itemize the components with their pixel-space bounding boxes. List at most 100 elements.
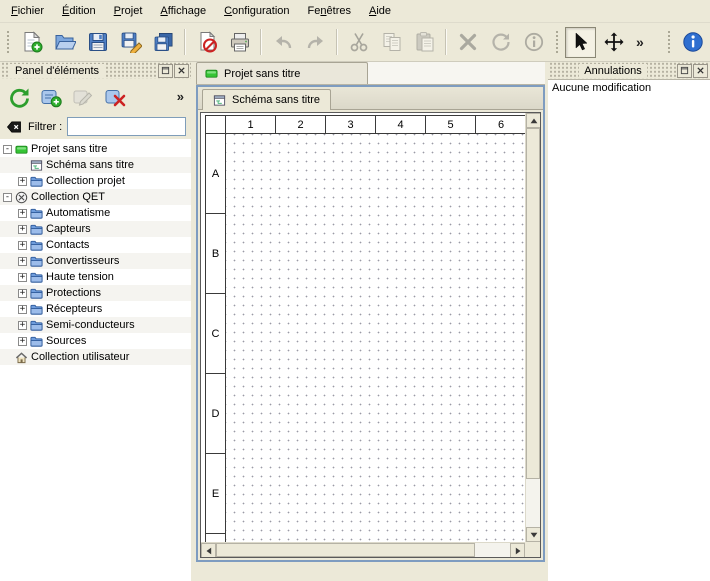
save-icon bbox=[87, 31, 109, 53]
folder-icon bbox=[30, 287, 43, 300]
expand-icon[interactable]: + bbox=[18, 225, 27, 234]
collapse-icon[interactable]: - bbox=[3, 193, 12, 202]
tree-item-collection-qet[interactable]: -Collection QET bbox=[0, 189, 191, 205]
expand-icon[interactable]: + bbox=[18, 257, 27, 266]
cut-button[interactable] bbox=[343, 27, 374, 58]
ruler-corner bbox=[206, 116, 226, 134]
horizontal-scroll-thumb[interactable] bbox=[216, 543, 475, 557]
paste-button[interactable] bbox=[409, 27, 440, 58]
about-button[interactable] bbox=[677, 27, 708, 58]
edit-element-button[interactable] bbox=[68, 82, 97, 111]
save-all-schemas-button[interactable] bbox=[148, 27, 179, 58]
collapse-icon[interactable]: - bbox=[3, 145, 12, 154]
print-button[interactable] bbox=[224, 27, 255, 58]
expand-icon[interactable]: + bbox=[18, 241, 27, 250]
copy-button[interactable] bbox=[376, 27, 407, 58]
expand-icon[interactable]: + bbox=[18, 289, 27, 298]
folder-icon bbox=[30, 255, 43, 268]
scroll-down-button[interactable] bbox=[526, 527, 541, 542]
float-dock-button[interactable] bbox=[677, 64, 692, 78]
reload-icon bbox=[8, 86, 30, 108]
tree-item-collection-utilisateur[interactable]: Collection utilisateur bbox=[0, 349, 191, 365]
tree-item-projet-sans-titre[interactable]: -Projet sans titre bbox=[0, 141, 191, 157]
undo-list-item[interactable]: Aucune modification bbox=[548, 80, 710, 96]
menu-affichage[interactable]: Affichage bbox=[151, 0, 215, 22]
tree-item-haute-tension[interactable]: +Haute tension bbox=[0, 269, 191, 285]
tree-item-schema-sans-titre[interactable]: Schéma sans titre bbox=[0, 157, 191, 173]
clear-filter-button[interactable] bbox=[5, 118, 23, 136]
expand-icon[interactable]: + bbox=[18, 321, 27, 330]
expand-icon[interactable]: + bbox=[18, 305, 27, 314]
undo-button[interactable] bbox=[267, 27, 298, 58]
save-project-as-button[interactable] bbox=[115, 27, 146, 58]
float-dock-button[interactable] bbox=[158, 64, 173, 78]
select-mode-button[interactable] bbox=[565, 27, 596, 58]
toolbar-handle[interactable] bbox=[5, 30, 11, 54]
expand-icon[interactable]: + bbox=[18, 209, 27, 218]
menu-fenetres[interactable]: Fenêtres bbox=[299, 0, 360, 22]
undo-dock-titlebar[interactable]: Annulations bbox=[548, 62, 710, 79]
menu-fichier[interactable]: Fichier bbox=[2, 0, 53, 22]
delete-element-button[interactable] bbox=[100, 82, 129, 111]
filter-input[interactable] bbox=[67, 117, 186, 136]
toolbar-extension-button[interactable]: » bbox=[631, 34, 649, 50]
menu-aide[interactable]: Aide bbox=[360, 0, 400, 22]
rotate-selection-button[interactable] bbox=[485, 27, 516, 58]
open-project-button[interactable] bbox=[49, 27, 80, 58]
project-tab[interactable]: Projet sans titre bbox=[196, 62, 368, 84]
delete-selection-button[interactable] bbox=[452, 27, 483, 58]
toolbar-handle[interactable] bbox=[554, 30, 560, 54]
new-project-button[interactable] bbox=[16, 27, 47, 58]
vertical-scroll-thumb[interactable] bbox=[526, 128, 540, 479]
reload-collections-button[interactable] bbox=[4, 82, 33, 111]
schema-canvas[interactable]: 123456 ABCDE bbox=[201, 113, 525, 542]
pan-mode-button[interactable] bbox=[598, 27, 629, 58]
toolbar-extension-button[interactable]: » bbox=[177, 89, 187, 104]
expand-icon[interactable]: + bbox=[18, 337, 27, 346]
folder-icon bbox=[30, 303, 43, 316]
tree-item-capteurs[interactable]: +Capteurs bbox=[0, 221, 191, 237]
redo-button[interactable] bbox=[300, 27, 331, 58]
tree-item-convertisseurs[interactable]: + Convertisseurs bbox=[0, 253, 191, 269]
scroll-right-button[interactable] bbox=[510, 543, 525, 558]
expand-icon[interactable]: + bbox=[18, 177, 27, 186]
close-dock-button[interactable] bbox=[693, 64, 708, 78]
menu-projet[interactable]: Projet bbox=[105, 0, 152, 22]
folder-icon bbox=[30, 207, 43, 220]
tree-item-semi-conducteurs[interactable]: +Semi-conducteurs bbox=[0, 317, 191, 333]
tree-item-automatisme[interactable]: +Automatisme bbox=[0, 205, 191, 221]
vertical-scrollbar[interactable] bbox=[525, 113, 540, 542]
expand-icon[interactable]: + bbox=[18, 273, 27, 282]
clear-filter-icon bbox=[6, 119, 22, 135]
schema-tab[interactable]: Schéma sans titre bbox=[202, 89, 331, 110]
arrow-up-icon bbox=[530, 117, 538, 125]
tree-item-sources[interactable]: +Sources bbox=[0, 333, 191, 349]
print-icon bbox=[229, 31, 251, 53]
scroll-up-button[interactable] bbox=[526, 113, 541, 128]
tree-item-recepteurs[interactable]: +Récepteurs bbox=[0, 301, 191, 317]
tree-item-collection-projet[interactable]: +Collection projet bbox=[0, 173, 191, 189]
close-dock-button[interactable] bbox=[174, 64, 189, 78]
menu-configuration[interactable]: Configuration bbox=[215, 0, 298, 22]
scroll-left-button[interactable] bbox=[201, 543, 216, 558]
edit-infos-button[interactable] bbox=[518, 27, 549, 58]
elements-panel-titlebar[interactable]: Panel d'éléments bbox=[0, 62, 191, 79]
tree-item-contacts[interactable]: +Contacts bbox=[0, 237, 191, 253]
horizontal-scrollbar[interactable] bbox=[201, 542, 525, 557]
horizontal-scroll-track[interactable] bbox=[216, 543, 510, 557]
close-project-button[interactable] bbox=[191, 27, 222, 58]
tree-item-label: Convertisseurs bbox=[46, 255, 119, 267]
schema-view: 123456 ABCDE bbox=[200, 112, 541, 558]
new-element-button[interactable] bbox=[36, 82, 65, 111]
row-header-cell: D bbox=[206, 374, 225, 454]
save-project-button[interactable] bbox=[82, 27, 113, 58]
menu-edition[interactable]: Édition bbox=[53, 0, 105, 22]
toolbar-handle[interactable] bbox=[666, 30, 672, 54]
filter-label: Filtrer : bbox=[28, 121, 62, 133]
redo-icon bbox=[305, 31, 327, 53]
vertical-scroll-track[interactable] bbox=[526, 128, 540, 527]
arrow-left-icon bbox=[205, 547, 213, 555]
close-dock-icon bbox=[177, 66, 186, 75]
tree-item-protections[interactable]: +Protections bbox=[0, 285, 191, 301]
undo-icon bbox=[272, 31, 294, 53]
